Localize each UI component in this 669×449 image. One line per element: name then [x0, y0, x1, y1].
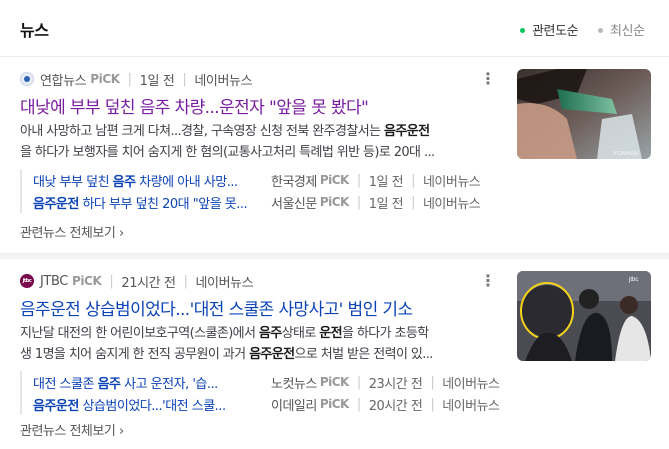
pick-badge: PiCK — [319, 173, 350, 187]
related-news-title[interactable]: 대전 스쿨존 음주 사고 운전자, '습... — [33, 373, 257, 392]
related-news-item: 음주운전 하다 부부 덮친 20대 "앞을 못... 서울신문 PiCK | 1… — [33, 191, 481, 213]
divider: | — [356, 172, 361, 188]
more-options-icon[interactable]: ⋮ — [480, 271, 496, 291]
divider: | — [356, 396, 361, 412]
news-card: 연합뉴스 PiCK | 1일 전 | 네이버뉴스 ⋮ YONHAP 대낮에 부부… — [0, 57, 669, 254]
related-press-name[interactable]: 이데일리 — [271, 395, 317, 414]
press-name[interactable]: 연합뉴스 — [40, 70, 87, 89]
inactive-dot-icon — [598, 28, 603, 33]
related-time: 20시간 전 — [368, 398, 423, 414]
press-info: jtbc JTBC PiCK | 21시간 전 | 네이버뉴스 — [20, 272, 254, 291]
naver-news-link[interactable]: 네이버뉴스 — [442, 395, 500, 414]
press-name[interactable]: JTBC — [40, 274, 68, 289]
divider: | — [356, 374, 361, 390]
related-news-item: 대낮 부부 덮친 음주 차량에 아내 사망... 한국경제 PiCK | 1일 … — [33, 169, 481, 191]
more-options-icon[interactable]: ⋮ — [480, 69, 496, 89]
related-news-title[interactable]: 음주운전 하다 부부 덮친 20대 "앞을 못... — [33, 193, 257, 212]
pick-badge: PiCK — [319, 375, 350, 389]
press-info: 연합뉴스 PiCK | 1일 전 | 네이버뉴스 — [20, 70, 253, 89]
article-title[interactable]: 음주운전 상습범이었다...'대전 스쿨존 사망사고' 범인 기소 — [20, 295, 413, 320]
pick-badge: PiCK — [319, 397, 350, 411]
divider: | — [430, 396, 435, 412]
press-logo-icon: jtbc — [20, 274, 34, 288]
divider: | — [182, 71, 187, 87]
related-time: 23시간 전 — [368, 376, 423, 392]
related-news-item: 대전 스쿨존 음주 사고 운전자, '습... 노컷뉴스 PiCK | 23시간… — [33, 371, 500, 393]
naver-news-link[interactable]: 네이버뉴스 — [194, 70, 252, 89]
all-related-news-link[interactable]: 관련뉴스 전체보기 › — [20, 420, 124, 439]
active-dot-icon — [520, 28, 525, 33]
naver-news-link[interactable]: 네이버뉴스 — [196, 272, 254, 291]
article-thumbnail[interactable]: YONHAP — [517, 69, 651, 159]
divider: | — [127, 71, 132, 87]
chevron-right-icon: › — [118, 226, 124, 241]
related-news-title[interactable]: 대낮 부부 덮친 음주 차량에 아내 사망... — [33, 171, 257, 190]
all-related-label: 관련뉴스 전체보기 — [20, 424, 116, 439]
related-press-name[interactable]: 노컷뉴스 — [271, 373, 317, 392]
desc-text: 아내 사망하고 남편 크게 다쳐...경찰, 구속영장 신청 전북 완주경찰서는 — [20, 124, 385, 139]
related-news-list: 대낮 부부 덮친 음주 차량에 아내 사망... 한국경제 PiCK | 1일 … — [20, 169, 481, 213]
desc-text: 을 하다가 보행자를 치어 숨지게 한 혐의(교통사고처리 특례법 위반 등)로… — [20, 145, 435, 160]
desc-text: 상태로 — [281, 326, 320, 341]
desc-text: 으로 처벌 받은 전력이 있... — [294, 347, 434, 362]
sort-latest-option[interactable]: 최신순 — [598, 20, 645, 39]
article-time: 21시간 전 — [121, 275, 176, 291]
related-news-item: 음주운전 상습범이었다...'대전 스쿨... 이데일리 PiCK | 20시간… — [33, 393, 500, 415]
divider: | — [183, 273, 188, 289]
divider: | — [356, 194, 361, 210]
section-title: 뉴스 — [20, 21, 49, 40]
desc-highlight: 음주운전 — [249, 347, 295, 362]
naver-news-link[interactable]: 네이버뉴스 — [423, 193, 481, 212]
pick-badge: PiCK — [71, 274, 102, 288]
news-card: jtbc JTBC PiCK | 21시간 전 | 네이버뉴스 ⋮ jtbc 음… — [0, 259, 669, 449]
desc-text: 지난달 대전의 한 어린이보호구역(스쿨존)에서 — [20, 326, 259, 341]
thumbnail-image: jtbc — [517, 271, 651, 361]
pick-badge: PiCK — [319, 195, 350, 209]
desc-text: 생 1명을 치어 숨지게 한 전직 공무원이 과거 — [20, 347, 250, 362]
sort-latest-label: 최신순 — [610, 24, 645, 39]
related-press-name[interactable]: 한국경제 — [271, 171, 317, 190]
thumbnail-image: YONHAP — [517, 69, 651, 159]
related-press-name[interactable]: 서울신문 — [271, 193, 317, 212]
divider: | — [109, 273, 114, 289]
pick-badge: PiCK — [90, 72, 120, 86]
article-thumbnail[interactable]: jtbc — [517, 271, 651, 361]
desc-highlight: 음주운전 — [384, 124, 430, 139]
article-description[interactable]: 지난달 대전의 한 어린이보호구역(스쿨존)에서 음주상태로 운전을 하다가 초… — [20, 323, 488, 365]
sort-relevance-option[interactable]: 관련도순 — [520, 20, 579, 39]
all-related-news-link[interactable]: 관련뉴스 전체보기 › — [20, 222, 124, 241]
sort-relevance-label: 관련도순 — [532, 24, 579, 39]
all-related-label: 관련뉴스 전체보기 — [20, 226, 116, 241]
related-time: 1일 전 — [368, 174, 404, 190]
press-logo-icon — [20, 72, 34, 86]
broadcaster-watermark: jtbc — [628, 277, 638, 283]
related-news-list: 대전 스쿨존 음주 사고 운전자, '습... 노컷뉴스 PiCK | 23시간… — [20, 371, 500, 415]
related-news-title[interactable]: 음주운전 상습범이었다...'대전 스쿨... — [33, 395, 257, 414]
article-title[interactable]: 대낮에 부부 덮친 음주 차량...운전자 "앞을 못 봤다" — [20, 93, 369, 118]
divider: | — [411, 172, 415, 188]
news-header: 뉴스 관련도순 최신순 — [0, 0, 669, 57]
divider: | — [430, 374, 435, 390]
desc-highlight: 음주 — [258, 326, 282, 341]
naver-news-link[interactable]: 네이버뉴스 — [442, 373, 500, 392]
desc-highlight: 운전 — [319, 326, 343, 341]
article-time: 1일 전 — [139, 73, 175, 89]
desc-text: 을 하다가 초등학 — [342, 326, 429, 341]
related-time: 1일 전 — [368, 196, 404, 212]
watermark-text: YONHAP — [613, 151, 638, 157]
chevron-right-icon: › — [118, 424, 124, 439]
divider: | — [411, 194, 415, 210]
naver-news-link[interactable]: 네이버뉴스 — [423, 171, 481, 190]
article-description[interactable]: 아내 사망하고 남편 크게 다쳐...경찰, 구속영장 신청 전북 완주경찰서는… — [20, 121, 488, 163]
